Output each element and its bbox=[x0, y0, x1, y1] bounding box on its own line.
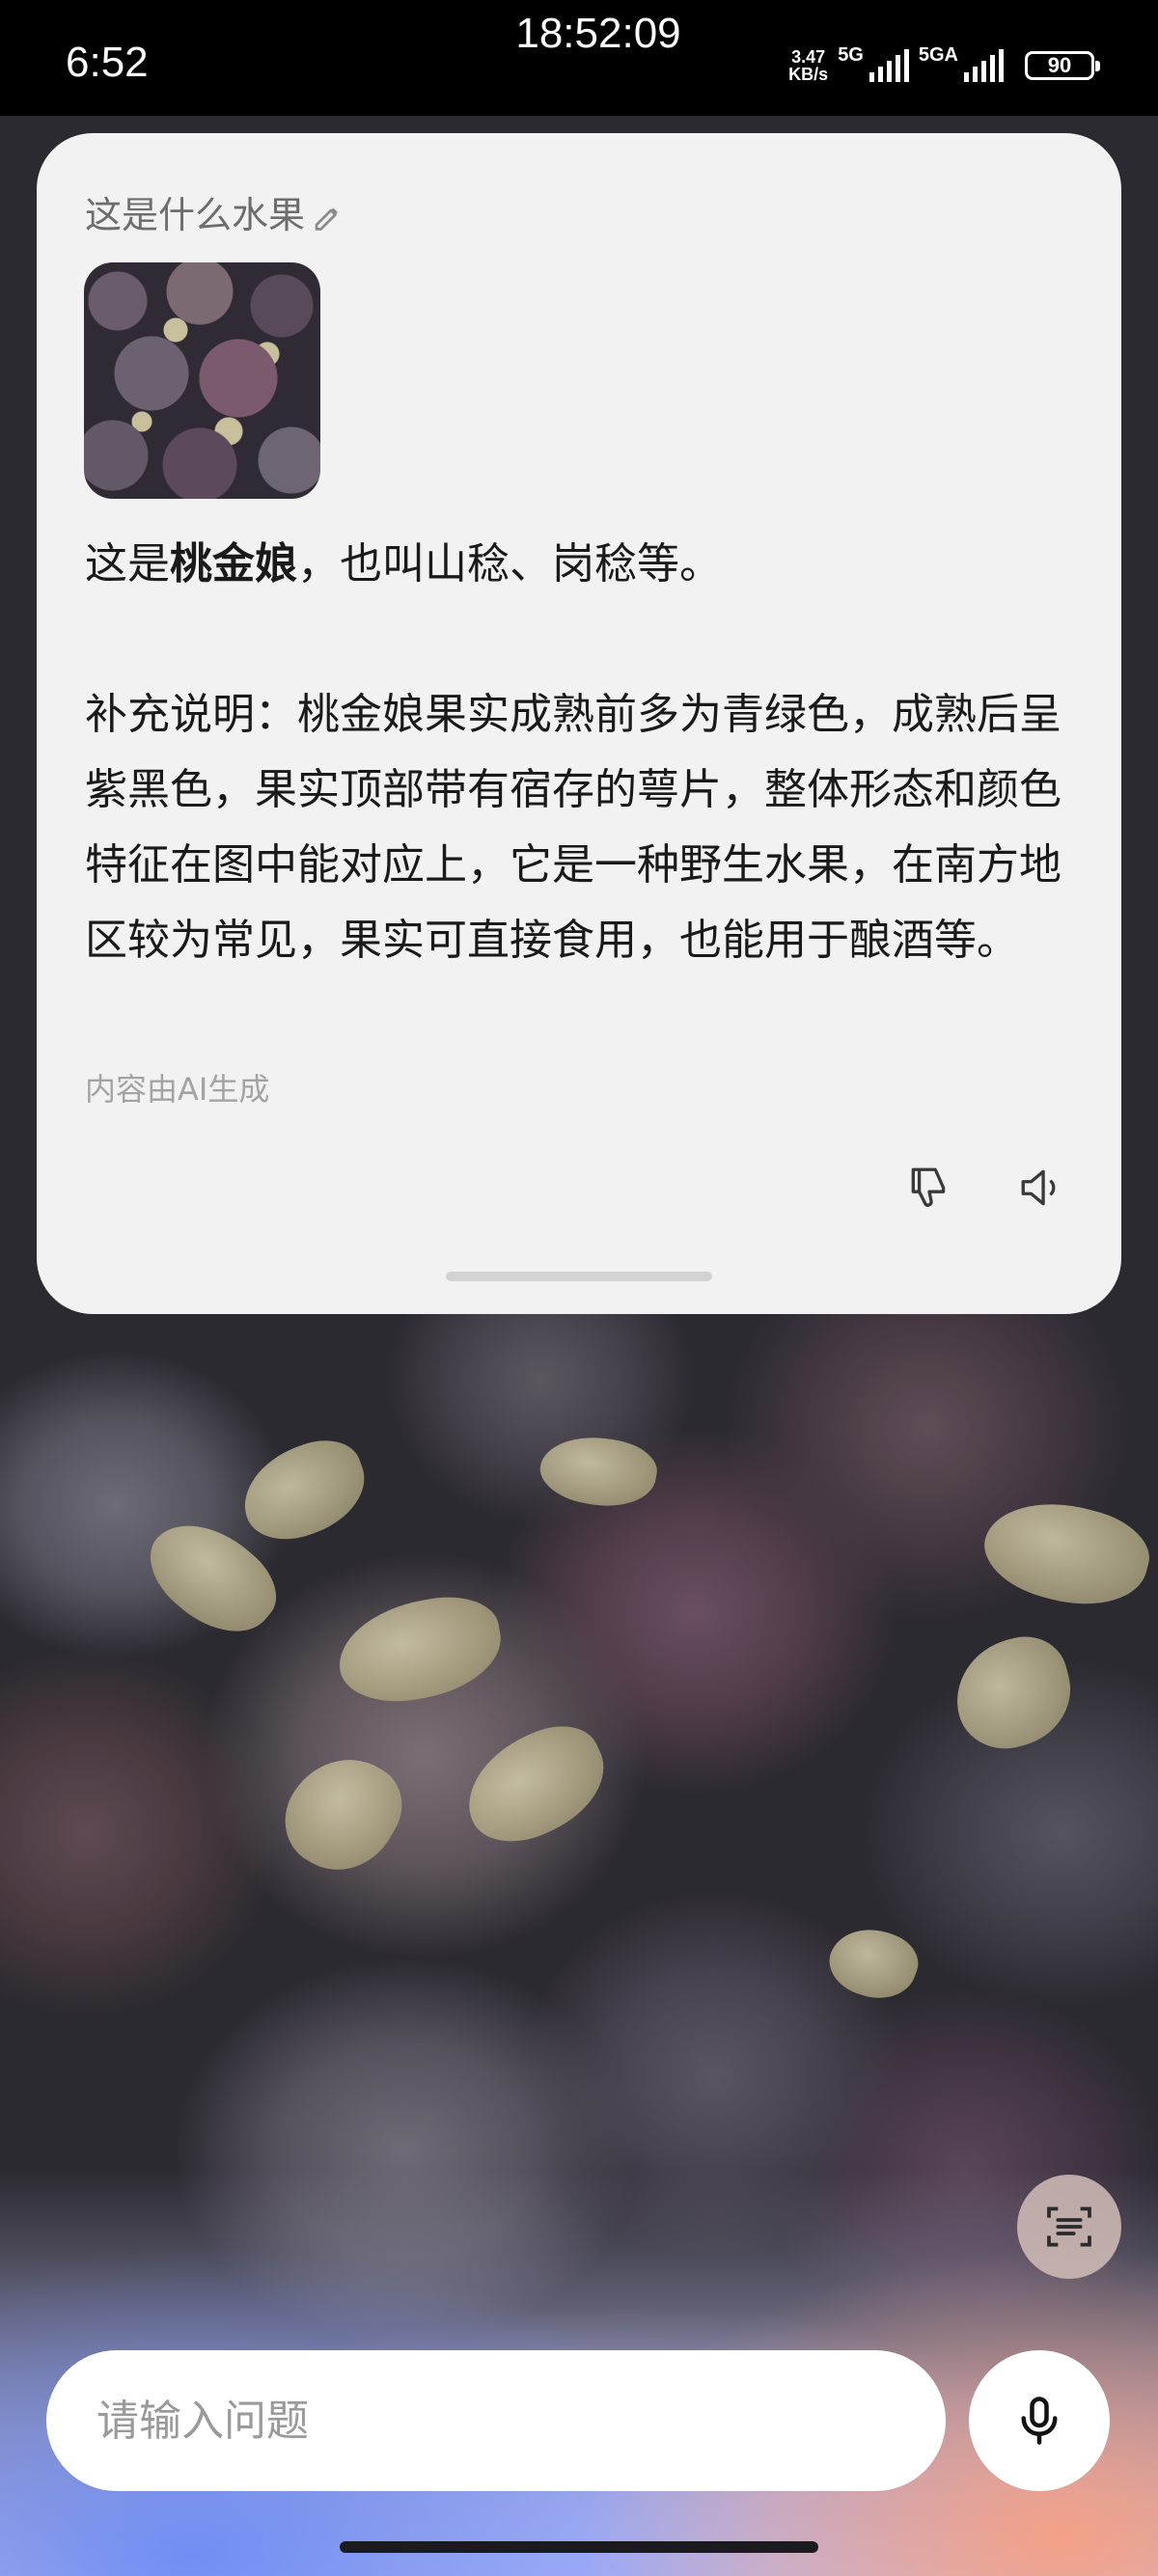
thumbs-down-icon[interactable] bbox=[905, 1164, 953, 1212]
ai-generated-note: 内容由AI生成 bbox=[85, 1071, 270, 1108]
network-type-2: 5GA bbox=[918, 44, 958, 66]
scan-text-icon bbox=[1047, 2206, 1091, 2247]
answer-supplement: 补充说明：桃金娘果实成熟前多为青绿色，成熟后呈紫黑色，果实顶部带有宿存的萼片，整… bbox=[85, 690, 1062, 965]
home-indicator[interactable] bbox=[340, 2541, 818, 2553]
signal-icon bbox=[868, 49, 909, 82]
signal-icon-2 bbox=[964, 49, 1004, 82]
query-image-thumbnail[interactable] bbox=[84, 262, 320, 499]
answer-card: 这是什么水果 这是桃金娘，也叫山稔、岗稔等。 补充说明：桃金娘果实成熟前多为青绿… bbox=[37, 133, 1121, 1314]
status-indicators: 3.47 KB/s 5G 5GA 90 bbox=[788, 44, 1100, 87]
battery-icon: 90 bbox=[1025, 51, 1100, 80]
drag-handle[interactable] bbox=[446, 1272, 712, 1281]
fruit-name: 桃金娘 bbox=[170, 539, 297, 589]
pencil-icon[interactable] bbox=[311, 199, 345, 233]
question-text: 这是什么水果 bbox=[85, 194, 306, 236]
status-time: 6:52 bbox=[66, 39, 149, 86]
status-bar: 6:52 18:52:09 3.47 KB/s 5G 5GA 90 bbox=[0, 0, 1158, 116]
question-input-container[interactable] bbox=[46, 2350, 946, 2491]
microphone-icon bbox=[1021, 2397, 1058, 2445]
network-type-1: 5G bbox=[838, 44, 864, 66]
scan-button[interactable] bbox=[1017, 2175, 1121, 2279]
speaker-icon[interactable] bbox=[1017, 1164, 1065, 1212]
card-actions bbox=[905, 1164, 1065, 1212]
network-speed: 3.47 KB/s bbox=[788, 47, 829, 84]
question-row[interactable]: 这是什么水果 bbox=[85, 185, 345, 238]
battery-level: 90 bbox=[1047, 53, 1072, 77]
answer-main: 这是桃金娘，也叫山稔、岗稔等。 bbox=[85, 539, 722, 589]
question-input[interactable] bbox=[95, 2395, 946, 2447]
answer-text: 这是桃金娘，也叫山稔、岗稔等。 补充说明：桃金娘果实成熟前多为青绿色，成熟后呈紫… bbox=[85, 527, 1079, 978]
voice-input-button[interactable] bbox=[969, 2350, 1110, 2491]
